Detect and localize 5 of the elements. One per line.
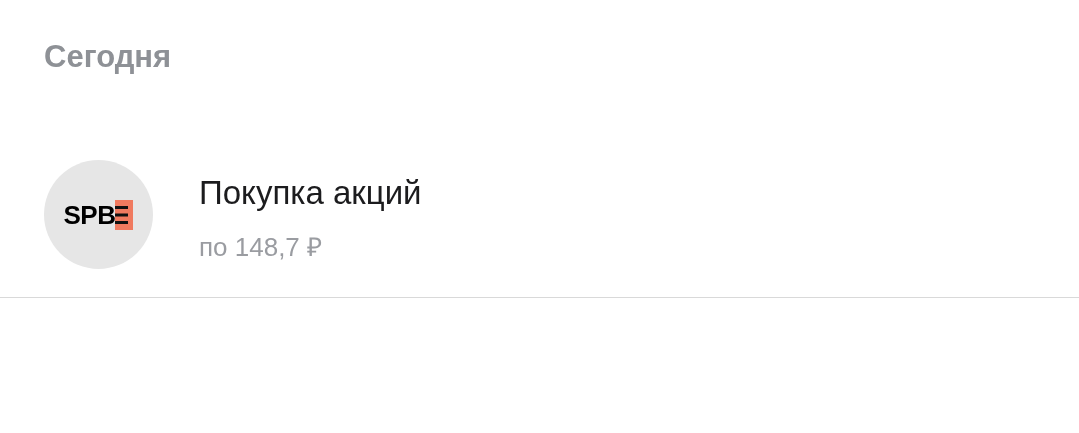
operation-subtitle: по 148,7 ₽ (199, 231, 324, 263)
logo-text: SPB (63, 201, 116, 228)
section-header: Сегодня (43, 38, 173, 76)
logo-mark-icon (115, 199, 134, 230)
operation-title: Покупка акций (199, 173, 422, 213)
